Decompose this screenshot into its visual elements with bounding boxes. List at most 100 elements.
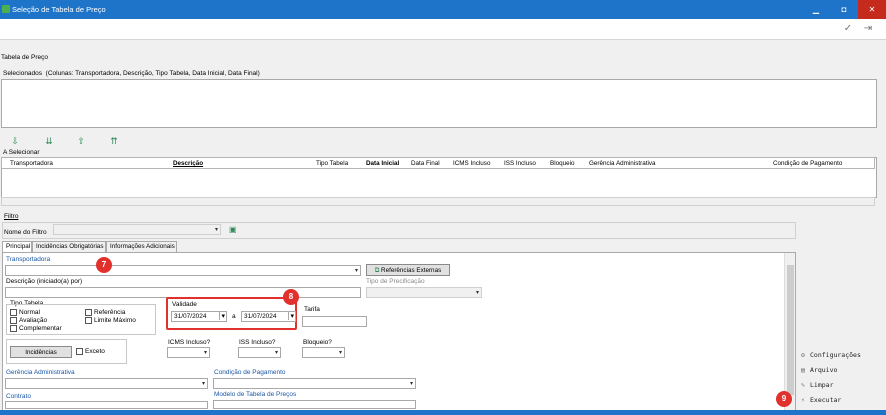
tipo-precificacao-select[interactable]: ▾ [366,287,482,298]
grid-header: Transportadora Descrição Tipo Tabela Dat… [1,157,875,169]
chevron-down-icon: ▾ [201,381,205,387]
chevron-down-icon: ▾ [274,350,278,356]
to-select-label: A Selecionar [3,149,40,156]
col-tipo-tabela[interactable]: Tipo Tabela [316,160,348,167]
col-iss-incluso[interactable]: ISS Incluso [504,160,536,167]
transportadora-label: Transportadora [6,256,51,263]
limite-maximo-checkbox[interactable] [85,317,92,324]
arquivo-label: Arquivo [810,366,838,374]
executar-label: Executar [810,396,842,404]
gerencia-administrativa-label: Gerência Administrativa [6,369,75,376]
reference-icon: ⧉ [374,267,380,274]
move-all-down-icon[interactable]: ⇊ [44,136,54,146]
date-separator: a [232,313,236,320]
confirm-icon[interactable]: ✓ [842,23,854,35]
limite-maximo-label: Limite Máximo [94,317,136,324]
contrato-label: Contrato [6,393,31,400]
configuracoes-action[interactable]: ⚙ Configurações [801,351,861,359]
filter-group [2,222,796,239]
referencias-externas-button[interactable]: ⧉ Referências Externas [366,264,450,276]
step-marker-7: 7 [96,257,112,273]
date-to-value: 31/07/2024 [244,313,277,320]
arquivo-action[interactable]: ▤ Arquivo [801,366,837,374]
calendar-dropdown-icon[interactable]: ▾ [219,312,225,320]
section-title: Tabela de Preço [1,54,48,61]
tarifa-label: Tarifa [304,306,320,313]
col-gerencia-administrativa[interactable]: Gerência Administrativa [589,160,656,167]
move-up-icon[interactable]: ⇧ [76,136,86,146]
step-marker-8: 8 [283,289,299,305]
contrato-select[interactable] [5,401,208,409]
exceto-label: Exceto [85,348,105,355]
horizontal-scrollbar[interactable] [1,197,875,206]
calendar-dropdown-icon[interactable]: ▾ [288,312,294,320]
exceto-checkbox[interactable] [76,348,83,355]
bloqueio-label: Bloqueio? [303,339,332,346]
limpar-action[interactable]: ✎ Limpar [801,381,833,389]
icms-incluso-label: ICMS Incluso? [168,339,211,346]
limpar-label: Limpar [810,381,834,389]
selected-label-text: Selecionados [3,70,43,77]
eraser-icon: ✎ [801,381,805,389]
settings-icon: ⚙ [801,351,805,359]
col-bloqueio[interactable]: Bloqueio [550,160,575,167]
modelo-tabela-precos-select[interactable] [213,400,416,409]
col-data-final[interactable]: Data Final [411,160,440,167]
avaliacao-label: Avaliação [19,317,48,324]
exit-icon[interactable]: ⇥ [862,23,874,35]
complementar-label: Complementar [19,325,62,332]
referencia-checkbox[interactable] [85,309,92,316]
transportadora-select[interactable]: ▾ [5,265,361,276]
file-icon: ▤ [801,366,805,374]
title-bar: Seleção de Tabela de Preço ▁ ◘ ✕ [0,0,886,19]
date-to-input[interactable]: 31/07/2024 ▾ [241,311,296,322]
executar-action[interactable]: ⚡ Executar [801,396,841,404]
toolbar: ✓ ⇥ [0,19,886,40]
validade-label: Validade [172,301,197,308]
incidencias-button[interactable]: Incidências [10,346,72,358]
chevron-down-icon: ▾ [338,350,342,356]
chevron-down-icon: ▾ [203,350,207,356]
bloqueio-select[interactable]: ▾ [302,347,345,358]
selected-columns-hint: (Colunas: Transportadora, Descrição, Tip… [45,70,260,77]
col-data-inicial[interactable]: Data Inicial [366,160,399,167]
normal-checkbox[interactable] [10,309,17,316]
complementar-checkbox[interactable] [10,325,17,332]
col-descricao[interactable]: Descrição [173,160,203,167]
iss-incluso-label: ISS Incluso? [239,339,276,346]
descricao-label: Descrição (iniciado(a) por) [6,278,83,285]
configuracoes-label: Configurações [810,351,861,359]
tab-informacoes-adicionais[interactable]: Informações Adicionais [106,241,177,252]
move-down-icon[interactable]: ⇩ [10,136,20,146]
minimize-button[interactable]: ▁ [802,0,830,19]
tab-incidencias-obrigatorias[interactable]: Incidências Obrigatórias [32,241,106,252]
app-icon [2,5,10,13]
maximize-button[interactable]: ◘ [830,0,858,19]
col-icms-incluso[interactable]: ICMS Incluso [453,160,490,167]
iss-incluso-select[interactable]: ▾ [238,347,281,358]
condicao-pagamento-label: Condição de Pagamento [214,369,286,376]
filter-section-label: Filtro [4,213,19,220]
date-from-input[interactable]: 31/07/2024 ▾ [171,311,227,322]
run-icon: ⚡ [801,396,805,404]
condicao-pagamento-select[interactable]: ▾ [213,378,416,389]
col-condicao-pagamento[interactable]: Condição de Pagamento [773,160,842,167]
vertical-scrollbar[interactable] [784,253,795,411]
selected-list[interactable] [1,79,877,128]
scroll-thumb[interactable] [787,265,794,395]
selected-label: Selecionados (Colunas: Transportadora, D… [3,70,260,77]
tarifa-input[interactable] [302,316,367,327]
normal-label: Normal [19,309,40,316]
window-title: Seleção de Tabela de Preço [12,5,106,14]
modelo-tabela-precos-label: Modelo de Tabela de Preços [214,391,297,398]
referencia-label: Referência [94,309,126,316]
close-button[interactable]: ✕ [858,0,886,19]
avaliacao-checkbox[interactable] [10,317,17,324]
icms-incluso-select[interactable]: ▾ [167,347,210,358]
tipo-precificacao-label: Tipo de Precificação [366,278,425,285]
chevron-down-icon: ▾ [409,381,413,387]
gerencia-administrativa-select[interactable]: ▾ [5,378,208,389]
move-all-up-icon[interactable]: ⇈ [109,136,119,146]
col-transportadora[interactable]: Transportadora [10,160,53,167]
bottom-bar [0,410,886,415]
